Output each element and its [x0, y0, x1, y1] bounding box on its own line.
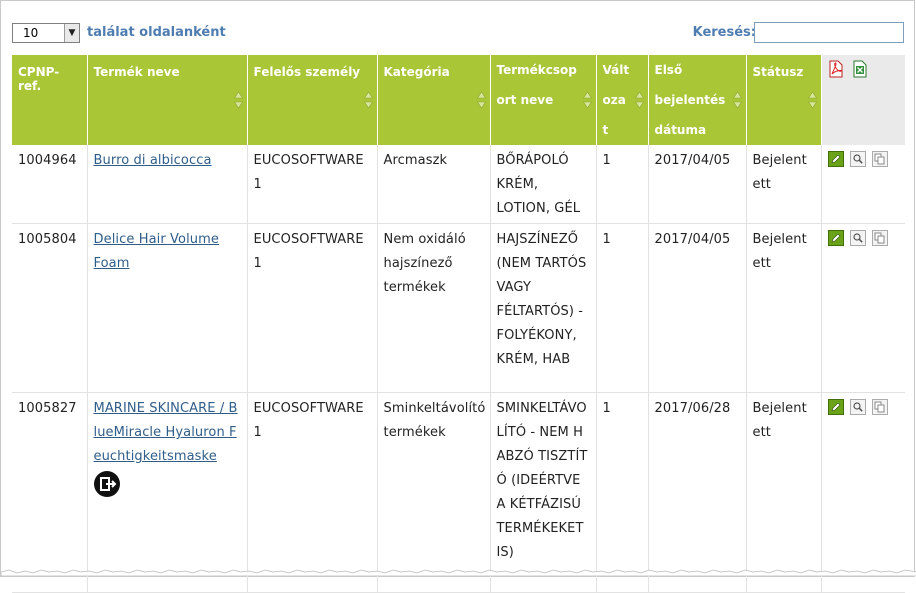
column-header-status[interactable]: Státusz — [746, 55, 822, 145]
cell-variant: 1 — [596, 223, 649, 393]
cell-status: Bejelentett — [746, 145, 822, 224]
edit-icon[interactable] — [827, 151, 844, 167]
cell-name: MARINE SKINCARE / BlueMiracle Hyaluron F… — [87, 392, 248, 593]
search-input[interactable] — [754, 22, 904, 43]
copy-icon[interactable] — [871, 230, 888, 246]
table-header-row: CPNP-ref. Termék neve Felelős személy Ka… — [12, 55, 905, 145]
edit-icon[interactable] — [827, 230, 844, 246]
product-link[interactable]: Delice Hair Volume Foam — [94, 232, 220, 271]
sort-icon[interactable] — [732, 91, 742, 109]
cell-variant: 1 — [596, 392, 649, 593]
cell-group: HAJSZÍNEZŐ (NEM TARTÓS VAGY FÉLTARTÓS) -… — [490, 223, 597, 393]
cell-date: 2017/06/28 — [648, 392, 747, 593]
table-row: 1004964 Burro di albicocca EUCOSOFTWARE … — [12, 145, 905, 224]
page-size-select[interactable]: 10 ▼ — [12, 23, 80, 43]
view-icon[interactable] — [849, 151, 866, 167]
cell-name: Delice Hair Volume Foam — [87, 223, 248, 393]
dropdown-arrow-icon[interactable]: ▼ — [64, 24, 79, 42]
table-row: 1005827 MARINE SKINCARE / BlueMiracle Hy… — [12, 392, 905, 593]
sort-icon[interactable] — [363, 91, 373, 109]
cell-responsible: EUCOSOFTWARE 1 — [247, 145, 378, 224]
sort-icon[interactable] — [634, 91, 644, 109]
cell-category: Arcmaszk — [377, 145, 491, 224]
cell-group: SMINKELTÁVOLÍTÓ - NEM HABZÓ TISZTÍTÓ (ID… — [490, 392, 597, 593]
cell-name: Burro di albicocca — [87, 145, 248, 224]
column-header-variant[interactable]: Változat — [596, 55, 649, 145]
exit-icon[interactable] — [93, 471, 120, 497]
cell-date: 2017/04/05 — [648, 223, 747, 393]
product-link[interactable]: MARINE SKINCARE / BlueMiracle Hyaluron F… — [94, 401, 238, 464]
table-toolbar: 10 ▼ találat oldalanként Keresés: — [11, 21, 904, 47]
search-label: Keresés: — [692, 25, 756, 40]
cell-ref: 1005827 — [12, 392, 88, 593]
sort-icon[interactable] — [476, 91, 486, 109]
copy-icon[interactable] — [871, 399, 888, 415]
view-icon[interactable] — [849, 230, 866, 246]
column-header-ref[interactable]: CPNP-ref. — [12, 55, 88, 145]
page-size-value: 10 — [23, 26, 39, 40]
sort-icon[interactable] — [807, 91, 817, 109]
product-table: CPNP-ref. Termék neve Felelős személy Ka… — [12, 55, 905, 593]
cell-responsible: EUCOSOFTWARE 1 — [247, 392, 378, 593]
column-header-responsible[interactable]: Felelős személy — [247, 55, 378, 145]
excel-export-icon[interactable] — [852, 59, 868, 89]
cell-status: Bejelentett — [746, 223, 822, 393]
cell-actions — [821, 223, 905, 393]
cell-status: Bejelentett — [746, 392, 822, 593]
page-size-label: találat oldalanként — [87, 25, 226, 40]
cell-responsible: EUCOSOFTWARE 1 — [247, 223, 378, 393]
torn-edge — [1, 569, 916, 576]
cell-category: Sminkeltávolító termékek — [377, 392, 491, 593]
copy-icon[interactable] — [871, 151, 888, 167]
column-header-group[interactable]: Termékcsoport neve — [490, 55, 597, 145]
column-header-actions — [821, 55, 905, 145]
table-row: 1005804 Delice Hair Volume Foam EUCOSOFT… — [12, 223, 905, 393]
cell-actions — [821, 145, 905, 224]
cell-group: BŐRÁPOLÓ KRÉM, LOTION, GÉL — [490, 145, 597, 224]
cell-ref: 1004964 — [12, 145, 88, 224]
page-frame: 10 ▼ találat oldalanként Keresés: CPNP-r… — [0, 0, 916, 593]
cell-actions — [821, 392, 905, 593]
sort-icon[interactable] — [582, 91, 592, 109]
product-link[interactable]: Burro di albicocca — [94, 153, 212, 168]
pdf-export-icon[interactable] — [828, 59, 844, 89]
cell-date: 2017/04/05 — [648, 145, 747, 224]
cell-category: Nem oxidáló hajszínező termékek — [377, 223, 491, 393]
view-icon[interactable] — [849, 399, 866, 415]
sort-icon[interactable] — [233, 91, 243, 109]
cell-ref: 1005804 — [12, 223, 88, 393]
column-header-date[interactable]: Első bejelentés dátuma — [648, 55, 747, 145]
cell-variant: 1 — [596, 145, 649, 224]
column-header-category[interactable]: Kategória — [377, 55, 491, 145]
column-header-name[interactable]: Termék neve — [87, 55, 248, 145]
edit-icon[interactable] — [827, 399, 844, 415]
